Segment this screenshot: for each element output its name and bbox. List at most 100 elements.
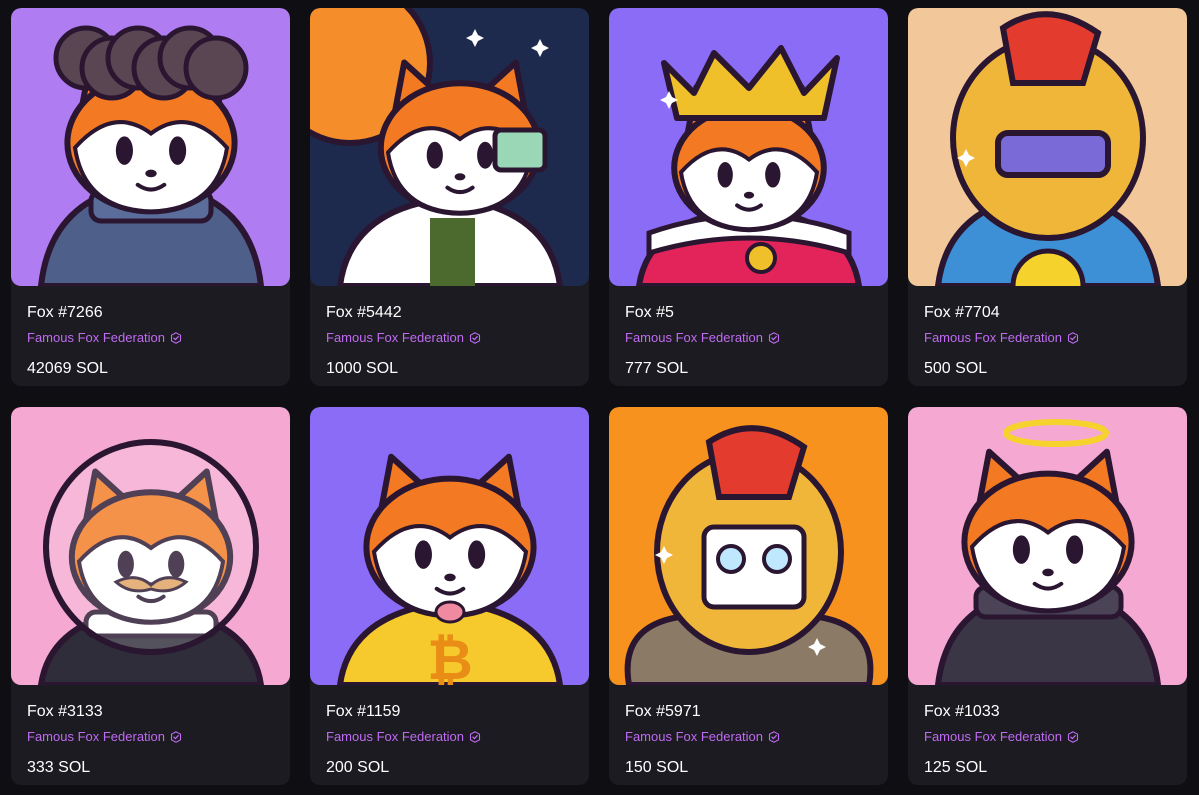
verified-badge-icon: [768, 731, 780, 743]
card-info: Fox #1159 Famous Fox Federation 200 SOL: [310, 685, 589, 777]
collection-link[interactable]: Famous Fox Federation: [326, 729, 573, 745]
verified-badge-icon: [469, 731, 481, 743]
nft-name: Fox #5442: [326, 304, 402, 321]
badge-check: [1070, 735, 1076, 740]
nft-price: 333 SOL: [27, 759, 91, 776]
card-info: Fox #3133 Famous Fox Federation 333 SOL: [11, 685, 290, 777]
left-eye: [426, 141, 443, 169]
nft-name: Fox #5971: [625, 703, 701, 720]
nose: [743, 191, 755, 199]
badge-outline: [1067, 731, 1079, 743]
collection-name: Famous Fox Federation: [625, 729, 764, 744]
bitcoin-icon: ₿: [427, 628, 473, 685]
right-eye: [169, 136, 187, 165]
nft-price: 42069 SOL: [27, 360, 108, 377]
left-eye: [414, 540, 432, 569]
verified-badge-icon: [170, 332, 182, 344]
nft-artwork: [310, 8, 589, 286]
nft-name: Fox #7704: [924, 304, 1000, 321]
left-eye: [1012, 535, 1030, 564]
collection-name: Famous Fox Federation: [326, 330, 465, 345]
nft-card[interactable]: Fox #7266 Famous Fox Federation 42069 SO…: [11, 8, 290, 386]
nose: [1042, 568, 1054, 577]
nft-card[interactable]: Fox #1033 Famous Fox Federation 125 SOL: [908, 407, 1187, 785]
nft-artwork: [609, 8, 888, 286]
verified-badge-icon: [768, 332, 780, 344]
left-eye: [717, 162, 733, 188]
nft-price: 200 SOL: [326, 759, 390, 776]
badge-outline: [170, 731, 182, 743]
card-info: Fox #1033 Famous Fox Federation 125 SOL: [908, 685, 1187, 777]
badge-check: [472, 336, 478, 341]
collection-name: Famous Fox Federation: [924, 330, 1063, 345]
right-eye: [765, 162, 781, 188]
badge-check: [771, 735, 777, 740]
verified-badge-icon: [1067, 731, 1079, 743]
collection-name: Famous Fox Federation: [326, 729, 465, 744]
nft-price: 777 SOL: [625, 360, 689, 377]
nft-price: 150 SOL: [625, 759, 689, 776]
badge-outline: [170, 332, 182, 344]
badge-outline: [768, 731, 780, 743]
nft-artwork: [908, 407, 1187, 685]
sunglasses: [995, 130, 1111, 178]
afro-curl: [183, 35, 249, 101]
nft-price: 1000 SOL: [326, 360, 399, 377]
collection-name: Famous Fox Federation: [924, 729, 1063, 744]
right-eye: [477, 141, 494, 169]
nft-card[interactable]: Fox #5 Famous Fox Federation 777 SOL: [609, 8, 888, 386]
glasses-left: [716, 544, 746, 574]
space-helmet: [43, 439, 259, 655]
nft-artwork: [11, 8, 290, 286]
card-info: Fox #7266 Famous Fox Federation 42069 SO…: [11, 286, 290, 378]
badge-outline: [768, 332, 780, 344]
verified-badge-icon: [469, 332, 481, 344]
badge-outline: [469, 332, 481, 344]
collection-name: Famous Fox Federation: [625, 330, 764, 345]
nft-card[interactable]: Fox #5442 Famous Fox Federation 1000 SOL: [310, 8, 589, 386]
nft-name: Fox #1159: [326, 703, 401, 720]
nft-name: Fox #1033: [924, 703, 1000, 720]
medallion: [745, 242, 777, 274]
nft-card[interactable]: Fox #5971 Famous Fox Federation 150 SOL: [609, 407, 888, 785]
badge-check: [1070, 336, 1076, 341]
collection-link[interactable]: Famous Fox Federation: [625, 330, 872, 346]
nft-card[interactable]: Fox #3133 Famous Fox Federation 333 SOL: [11, 407, 290, 785]
badge-check: [472, 735, 478, 740]
nft-card[interactable]: Fox #7704 Famous Fox Federation 500 SOL: [908, 8, 1187, 386]
helmet-crest: [705, 425, 808, 500]
nose: [444, 573, 456, 582]
badge-check: [771, 336, 777, 341]
nft-card[interactable]: ₿ Fox #1159 Famous Fox Federation 200 SO…: [310, 407, 589, 785]
nft-grid: Fox #7266 Famous Fox Federation 42069 SO…: [11, 8, 1187, 785]
nft-name: Fox #3133: [27, 703, 103, 720]
card-info: Fox #5442 Famous Fox Federation 1000 SOL: [310, 286, 589, 378]
right-eye: [468, 540, 486, 569]
left-eye: [115, 136, 133, 165]
nft-price: 500 SOL: [924, 360, 988, 377]
nose: [454, 173, 466, 181]
fox-character: [635, 45, 863, 286]
goggle: [492, 127, 548, 173]
glasses-right: [762, 544, 792, 574]
collection-link[interactable]: Famous Fox Federation: [924, 330, 1171, 346]
collection-link[interactable]: Famous Fox Federation: [27, 330, 274, 346]
collection-link[interactable]: Famous Fox Federation: [625, 729, 872, 745]
collection-name: Famous Fox Federation: [27, 729, 166, 744]
nft-artwork: [908, 8, 1187, 286]
nose: [145, 169, 157, 178]
right-eye: [1066, 535, 1084, 564]
nft-artwork: ₿: [310, 407, 589, 685]
shirt: [430, 218, 475, 286]
collection-link[interactable]: Famous Fox Federation: [27, 729, 274, 745]
nft-artwork: [609, 407, 888, 685]
card-info: Fox #7704 Famous Fox Federation 500 SOL: [908, 286, 1187, 378]
badge-check: [173, 336, 179, 341]
collection-name: Famous Fox Federation: [27, 330, 166, 345]
fox-character: [37, 439, 265, 685]
collection-link[interactable]: Famous Fox Federation: [924, 729, 1171, 745]
card-info: Fox #5 Famous Fox Federation 777 SOL: [609, 286, 888, 378]
collection-link[interactable]: Famous Fox Federation: [326, 330, 573, 346]
nft-name: Fox #7266: [27, 304, 103, 321]
nft-artwork: [11, 407, 290, 685]
